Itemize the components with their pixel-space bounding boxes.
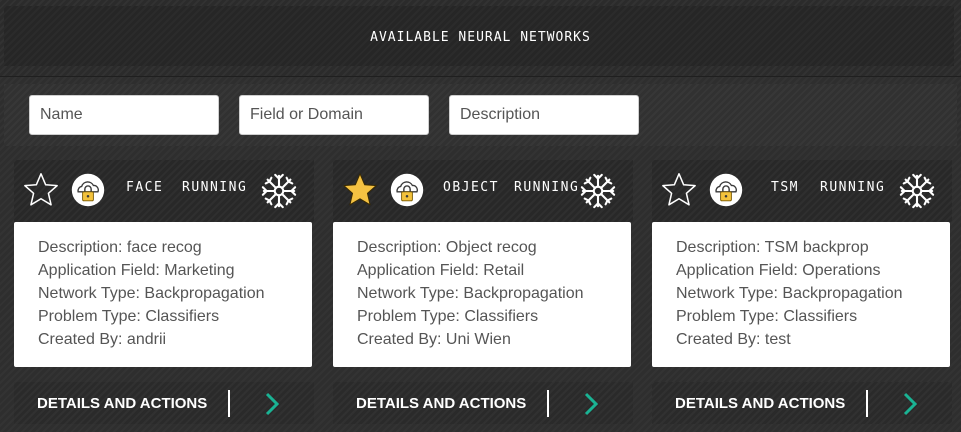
cloud-lock-icon [709,173,743,207]
details-button-label: DETAILS AND ACTIONS [37,395,208,412]
name-filter-input[interactable] [29,95,219,135]
status-label: RUNNING [514,180,580,195]
network-card: TSM RUNNING Description: TSM backprop Ap… [652,160,952,424]
network-card: FACE RUNNING Description: face recog App… [14,160,314,424]
card-details: Description: face recog Application Fiel… [14,222,312,367]
divider [228,390,230,417]
problem-type-text: Problem Type: Classifiers [357,308,539,325]
details-button-label: DETAILS AND ACTIONS [675,395,846,412]
star-icon[interactable] [22,171,60,209]
page-title: AVAILABLE NEURAL NETWORKS [370,30,591,45]
network-name: FACE [126,180,164,195]
status-label: RUNNING [182,180,248,195]
application-field-text: Application Field: Retail [357,262,525,279]
card-header: OBJECT RUNNING [333,160,633,222]
created-by-text: Created By: test [676,331,791,348]
network-type-text: Network Type: Backpropagation [357,285,584,302]
created-by-text: Created By: Uni Wien [357,331,511,348]
chevron-right-icon [265,392,280,416]
divider [547,390,549,417]
chevron-right-icon [903,392,918,416]
chevron-right-icon [584,392,599,416]
card-header: FACE RUNNING [14,160,314,222]
star-icon[interactable] [341,171,379,209]
problem-type-text: Problem Type: Classifiers [38,308,220,325]
card-details: Description: Object recog Application Fi… [333,222,631,367]
details-and-actions-button[interactable]: DETAILS AND ACTIONS [333,382,633,424]
description-text: Description: face recog [38,239,202,256]
network-name: TSM [771,180,799,195]
created-by-text: Created By: andrii [38,331,167,348]
neural-network-icon [899,173,935,209]
application-field-text: Application Field: Operations [676,262,881,279]
star-icon[interactable] [660,171,698,209]
network-type-text: Network Type: Backpropagation [38,285,265,302]
description-text: Description: Object recog [357,239,537,256]
network-name: OBJECT [443,180,499,195]
field-filter-input[interactable] [239,95,429,135]
cloud-lock-icon [71,173,105,207]
network-type-text: Network Type: Backpropagation [676,285,903,302]
description-text: Description: TSM backprop [676,239,869,256]
status-label: RUNNING [820,180,886,195]
details-button-label: DETAILS AND ACTIONS [356,395,527,412]
details-and-actions-button[interactable]: DETAILS AND ACTIONS [14,382,314,424]
neural-network-icon [580,173,616,209]
divider [866,390,868,417]
description-filter-input[interactable] [449,95,639,135]
application-field-text: Application Field: Marketing [38,262,235,279]
cloud-lock-icon [390,173,424,207]
problem-type-text: Problem Type: Classifiers [676,308,858,325]
details-and-actions-button[interactable]: DETAILS AND ACTIONS [652,382,952,424]
network-card: OBJECT RUNNING Description: Object recog… [333,160,633,424]
card-header: TSM RUNNING [652,160,952,222]
neural-network-icon [261,173,297,209]
card-details: Description: TSM backprop Application Fi… [652,222,950,367]
